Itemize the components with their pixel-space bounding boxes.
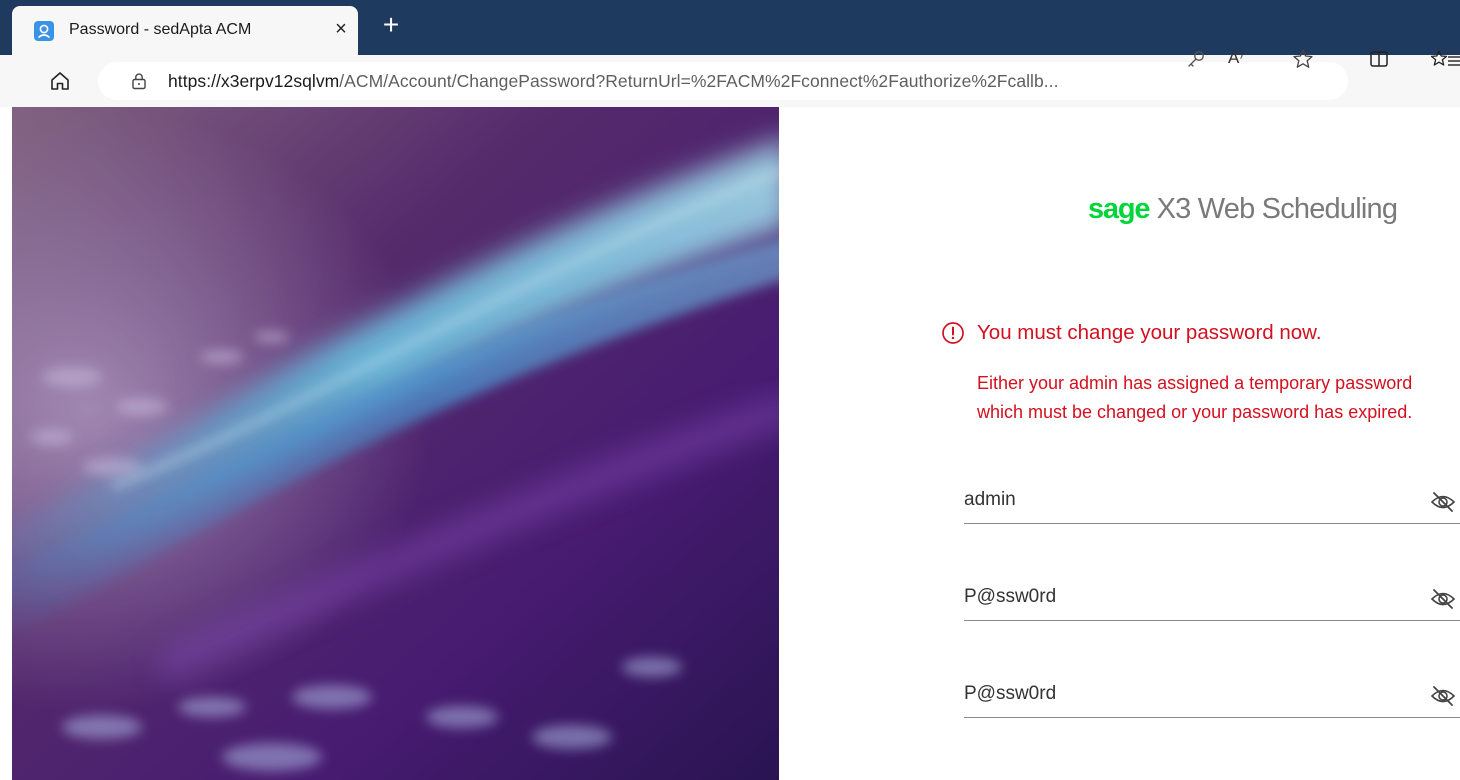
- read-aloud-icon[interactable]: A⁾: [1228, 46, 1252, 70]
- favorites-icon[interactable]: [1430, 47, 1460, 71]
- url-host: https://x3erpv12sqlvm: [168, 71, 340, 91]
- new-password-field[interactable]: P@ssw0rd: [964, 571, 1460, 621]
- error-message-line-1: Either your admin has assigned a tempora…: [977, 373, 1413, 393]
- page-left-edge: [0, 107, 12, 780]
- browser-tab[interactable]: Password - sedApta ACM ×: [12, 6, 358, 55]
- logo-brand: sage: [1088, 193, 1151, 225]
- tab-title: Password - sedApta ACM: [69, 21, 252, 38]
- new-tab-button[interactable]: +: [378, 11, 404, 39]
- sage-x3-logo: sage X3 Web Scheduling: [1088, 193, 1398, 226]
- eye-hidden-icon[interactable]: [1430, 587, 1456, 611]
- star-icon[interactable]: [1290, 46, 1316, 72]
- confirm-password-value[interactable]: P@ssw0rd: [964, 683, 1056, 705]
- change-password-panel: sage X3 Web Scheduling You must change y…: [779, 107, 1460, 780]
- hero-image: [12, 107, 779, 780]
- tab-close-button[interactable]: ×: [330, 18, 352, 40]
- eye-hidden-icon[interactable]: [1430, 684, 1456, 708]
- logo-product: X3 Web Scheduling: [1149, 193, 1398, 225]
- user-profile-icon: [34, 21, 54, 41]
- split-screen-icon[interactable]: [1367, 47, 1391, 71]
- home-icon[interactable]: [48, 69, 72, 93]
- lock-icon[interactable]: [130, 72, 148, 90]
- address-bar[interactable]: https://x3erpv12sqlvm/ACM/Account/Change…: [98, 62, 1348, 100]
- url-path: /ACM/Account/ChangePassword?ReturnUrl=%2…: [339, 71, 1059, 91]
- key-icon[interactable]: [1184, 47, 1208, 71]
- error-title: You must change your password now.: [977, 321, 1322, 344]
- username-value[interactable]: admin: [964, 489, 1016, 511]
- confirm-password-field[interactable]: P@ssw0rd: [964, 668, 1460, 718]
- error-icon: [941, 321, 965, 345]
- error-message-line-2: which must be changed or your password h…: [977, 402, 1413, 422]
- error-message: Either your admin has assigned a tempora…: [977, 369, 1460, 427]
- new-password-value[interactable]: P@ssw0rd: [964, 586, 1056, 608]
- eye-hidden-icon[interactable]: [1430, 490, 1456, 514]
- username-field[interactable]: admin: [964, 474, 1460, 524]
- url-text[interactable]: https://x3erpv12sqlvm/ACM/Account/Change…: [168, 71, 1059, 92]
